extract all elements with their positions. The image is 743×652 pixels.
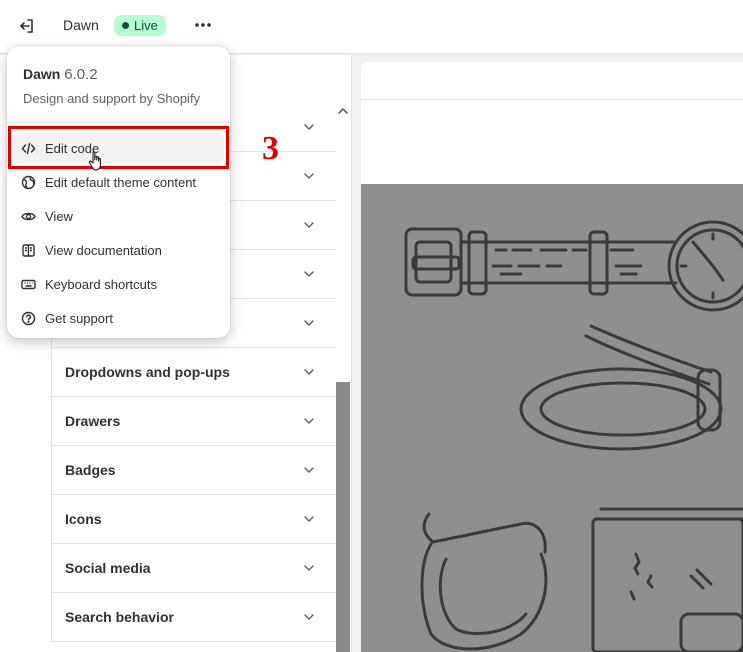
menu-item-view-documentation[interactable]: View documentation <box>13 235 224 265</box>
chevron-down-icon <box>304 271 314 278</box>
popover-divider <box>7 122 230 123</box>
chevron-down-icon <box>304 467 314 474</box>
menu-item-label: Edit default theme content <box>45 175 197 190</box>
scrollbar-thumb[interactable] <box>336 382 350 652</box>
menu-item-keyboard-shortcuts[interactable]: Keyboard shortcuts <box>13 269 224 299</box>
theme-preview <box>361 62 743 652</box>
settings-row-label: Badges <box>65 462 116 478</box>
more-actions-button[interactable] <box>190 13 216 37</box>
settings-row-label: Icons <box>65 511 102 527</box>
menu-item-label: Keyboard shortcuts <box>45 277 158 292</box>
settings-row-icons[interactable]: Icons <box>52 495 336 544</box>
popover-theme-version: 6.0.2 <box>64 66 98 83</box>
chevron-down-icon <box>304 369 314 376</box>
exit-icon <box>20 19 33 33</box>
hand-pointer-icon <box>88 151 101 171</box>
settings-row-social-media[interactable]: Social media <box>52 544 336 593</box>
popover-title: Dawn 6.0.2 <box>23 66 98 83</box>
settings-row-badges[interactable]: Badges <box>52 446 336 495</box>
settings-row-dropdowns[interactable]: Dropdowns and pop-ups <box>52 348 336 397</box>
settings-row-label: Drawers <box>65 413 121 429</box>
menu-item-get-support[interactable]: Get support <box>13 303 224 333</box>
annotation-step-number: 3 <box>262 130 279 167</box>
scroll-up-icon[interactable] <box>337 105 349 117</box>
exit-button[interactable] <box>14 14 40 38</box>
status-badge-label: Live <box>134 18 158 33</box>
preview-hero-image <box>361 184 743 652</box>
eye-icon <box>21 212 36 221</box>
settings-row-search-behavior[interactable]: Search behavior <box>52 593 336 642</box>
annotation-highlight-box <box>8 126 229 169</box>
keyboard-icon <box>21 279 36 290</box>
chevron-down-icon <box>304 124 314 131</box>
live-dot-icon <box>122 22 129 29</box>
chevron-down-icon <box>304 320 314 327</box>
preview-header-divider <box>361 99 743 100</box>
settings-row-label: Search behavior <box>65 609 174 625</box>
chevron-down-icon <box>304 565 314 572</box>
chevron-down-icon <box>304 173 314 180</box>
menu-item-label: View documentation <box>45 243 162 258</box>
question-circle-icon <box>21 311 36 326</box>
settings-row-label: Dropdowns and pop-ups <box>65 364 230 380</box>
book-icon <box>22 244 35 257</box>
menu-item-label: View <box>45 209 73 224</box>
more-horizontal-icon <box>195 23 211 27</box>
chevron-down-icon <box>304 418 314 425</box>
status-badge: Live <box>114 15 166 36</box>
menu-item-label: Get support <box>45 311 113 326</box>
popover-subtitle: Design and support by Shopify <box>23 91 201 106</box>
settings-row-drawers[interactable]: Drawers <box>52 397 336 446</box>
theme-name: Dawn <box>63 17 99 33</box>
globe-icon <box>21 175 36 190</box>
chevron-down-icon <box>304 614 314 621</box>
menu-item-view[interactable]: View <box>13 201 224 231</box>
menu-item-edit-default-theme-content[interactable]: Edit default theme content <box>13 167 224 197</box>
theme-actions-popover: Dawn 6.0.2 Design and support by Shopify… <box>7 46 230 338</box>
chevron-down-icon <box>304 516 314 523</box>
popover-theme-name: Dawn <box>23 66 61 82</box>
chevron-down-icon <box>304 222 314 229</box>
settings-row-label: Social media <box>65 560 151 576</box>
